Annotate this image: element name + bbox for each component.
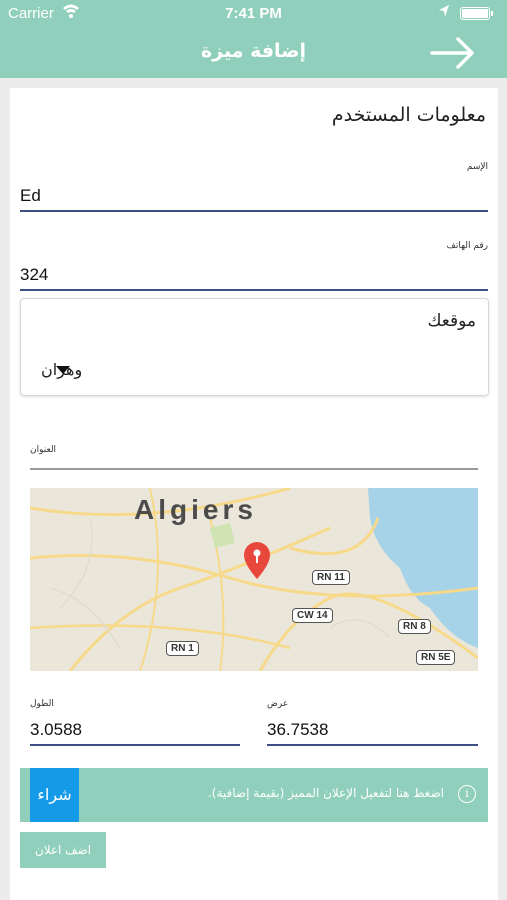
road-badge-rn5e: RN 5E bbox=[416, 650, 456, 665]
road-badge-rn8: RN 8 bbox=[398, 619, 431, 634]
location-title: موقعك bbox=[427, 311, 476, 331]
section-title: معلومات المستخدم bbox=[331, 104, 486, 126]
address-label: العنوان bbox=[30, 445, 57, 455]
nav-bar: إضافة ميزة bbox=[0, 28, 507, 78]
caret-down-icon bbox=[56, 366, 70, 374]
phone-input[interactable]: 324 bbox=[20, 265, 488, 291]
city-dropdown[interactable]: وهران bbox=[31, 359, 111, 383]
battery-icon bbox=[460, 7, 493, 20]
status-bar: Carrier 7:41 PM bbox=[0, 0, 507, 28]
name-label: الإسم bbox=[466, 162, 488, 172]
back-button[interactable] bbox=[430, 36, 476, 70]
latitude-label: عرض bbox=[267, 699, 289, 709]
phone-label: رقم الهاتف bbox=[446, 241, 488, 251]
road-badge-cw14: CW 14 bbox=[292, 608, 333, 623]
clock: 7:41 PM bbox=[225, 5, 282, 22]
address-input[interactable] bbox=[30, 468, 478, 470]
longitude-label: الطول bbox=[30, 699, 54, 709]
info-icon: i bbox=[458, 785, 476, 803]
arrow-right-icon bbox=[430, 37, 474, 69]
premium-ad-message: اضغط هنا لتفعيل الإعلان المميز (بقيمة إض… bbox=[207, 786, 444, 800]
name-field-group: الإسم Ed bbox=[20, 158, 488, 212]
latitude-input[interactable]: 36.7538 bbox=[267, 720, 478, 746]
premium-ad-banner[interactable]: شراء اضغط هنا لتفعيل الإعلان المميز (بقي… bbox=[20, 768, 488, 822]
name-input[interactable]: Ed bbox=[20, 186, 488, 212]
longitude-input[interactable]: 3.0588 bbox=[30, 720, 240, 746]
address-field-group: العنوان bbox=[30, 442, 478, 472]
phone-field-group: رقم الهاتف 324 bbox=[20, 238, 488, 291]
add-ad-button[interactable]: اضف اعلان bbox=[20, 832, 106, 868]
road-badge-rn1: RN 1 bbox=[166, 641, 199, 656]
map-city-label: Algiers bbox=[134, 494, 257, 525]
buy-button[interactable]: شراء bbox=[30, 768, 79, 822]
location-box: موقعك وهران bbox=[20, 298, 489, 396]
location-map[interactable]: Algiers RN 11 CW 14 RN 8 RN 1 RN 5E bbox=[30, 488, 478, 671]
road-badge-rn11: RN 11 bbox=[312, 570, 350, 585]
map-pin-icon bbox=[240, 540, 274, 584]
form-card: معلومات المستخدم الإسم Ed رقم الهاتف 324… bbox=[10, 88, 498, 900]
location-arrow-icon bbox=[438, 4, 450, 22]
